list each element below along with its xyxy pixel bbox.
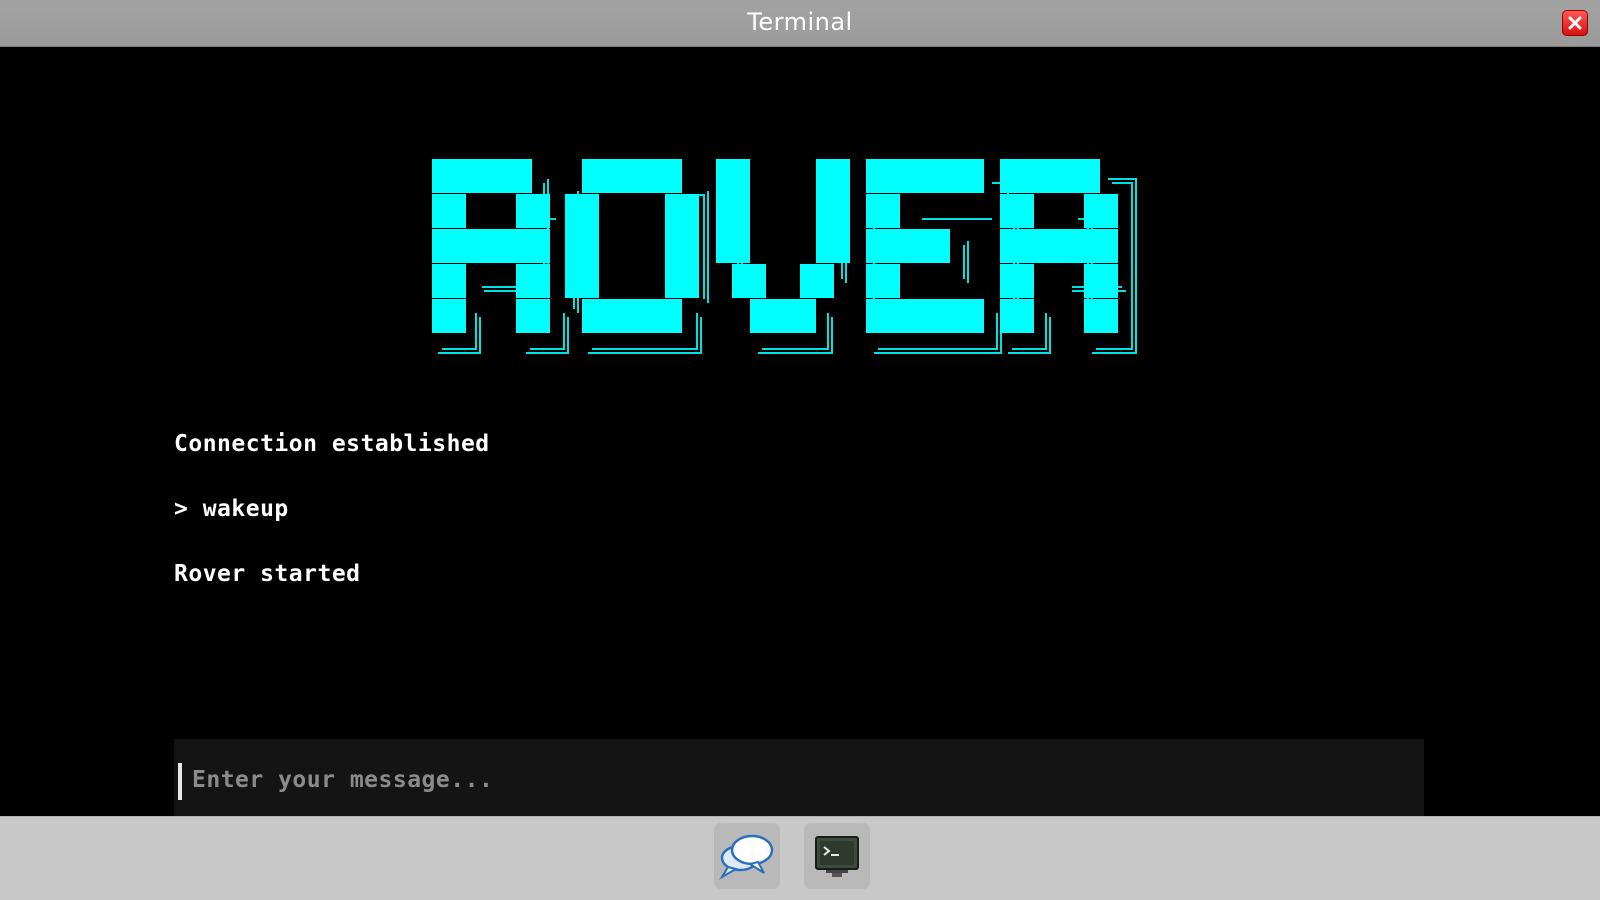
chat-app-button[interactable] (714, 823, 780, 889)
message-input-box[interactable] (174, 739, 1424, 820)
output-line: > wakeup (174, 496, 289, 522)
terminal-area: Connection established > wakeup Rover st… (0, 47, 1600, 820)
chat-bubbles-icon (719, 834, 774, 880)
terminal-window: Terminal Connection established > wakeup… (0, 0, 1600, 900)
title-bar: Terminal (0, 0, 1600, 47)
close-icon (1568, 16, 1582, 30)
window-title: Terminal (747, 8, 853, 36)
logo-letters (432, 159, 1118, 333)
message-input[interactable] (192, 757, 1402, 803)
terminal-icon (815, 836, 859, 877)
rover-logo (432, 159, 1137, 354)
output-line: Rover started (174, 561, 361, 587)
output-line: Connection established (174, 431, 490, 457)
terminal-app-button[interactable] (804, 823, 870, 889)
terminal-output: Connection established > wakeup Rover st… (174, 429, 490, 624)
text-caret (178, 763, 182, 800)
taskbar (0, 816, 1600, 900)
close-button[interactable] (1562, 10, 1588, 36)
